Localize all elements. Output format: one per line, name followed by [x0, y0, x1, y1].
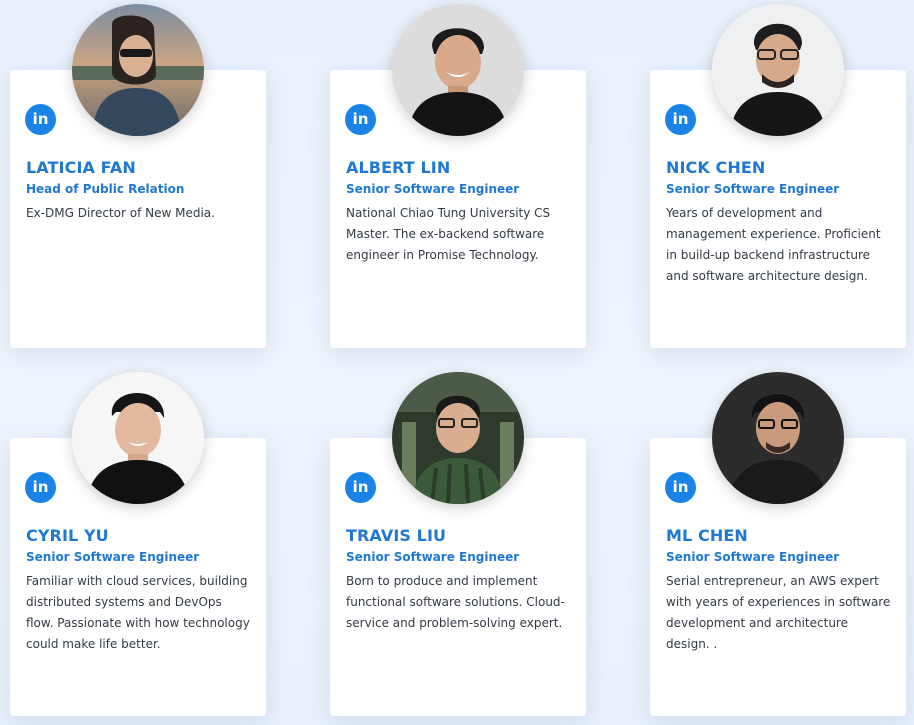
linkedin-icon[interactable]: in [25, 104, 56, 135]
linkedin-icon[interactable]: in [25, 472, 56, 503]
member-description: Serial entrepreneur, an AWS expert with … [666, 574, 891, 651]
avatar-photo [392, 4, 524, 136]
member-description: Ex-DMG Director of New Media. [26, 206, 215, 220]
member-name: NICK CHEN [666, 158, 766, 177]
member-role: Senior Software Engineer [666, 550, 840, 564]
member-role: Head of Public Relation [26, 182, 185, 196]
member-description: Years of development and management expe… [666, 206, 881, 283]
avatar-photo [72, 372, 204, 504]
member-name: TRAVIS LIU [346, 526, 447, 545]
member-description: Born to produce and implement functional… [346, 574, 565, 630]
member-role: Senior Software Engineer [666, 182, 840, 196]
member-description: National Chiao Tung University CS Master… [346, 206, 551, 262]
linkedin-icon[interactable]: in [665, 472, 696, 503]
member-role: Senior Software Engineer [26, 550, 200, 564]
member-name: LATICIA FAN [26, 158, 136, 177]
avatar-photo [712, 4, 844, 136]
member-name: CYRIL YU [26, 526, 109, 545]
avatar-photo [392, 372, 524, 504]
avatar-photo [712, 372, 844, 504]
member-role: Senior Software Engineer [346, 182, 520, 196]
avatar-photo [72, 4, 204, 136]
member-name: ALBERT LIN [346, 158, 451, 177]
linkedin-icon[interactable]: in [345, 472, 376, 503]
team-section: in LATICIA FAN Head of Public Relation E… [0, 0, 914, 725]
member-description: Familiar with cloud services, building d… [26, 574, 250, 651]
member-role: Senior Software Engineer [346, 550, 520, 564]
linkedin-icon[interactable]: in [665, 104, 696, 135]
member-name: ML CHEN [666, 526, 748, 545]
linkedin-icon[interactable]: in [345, 104, 376, 135]
